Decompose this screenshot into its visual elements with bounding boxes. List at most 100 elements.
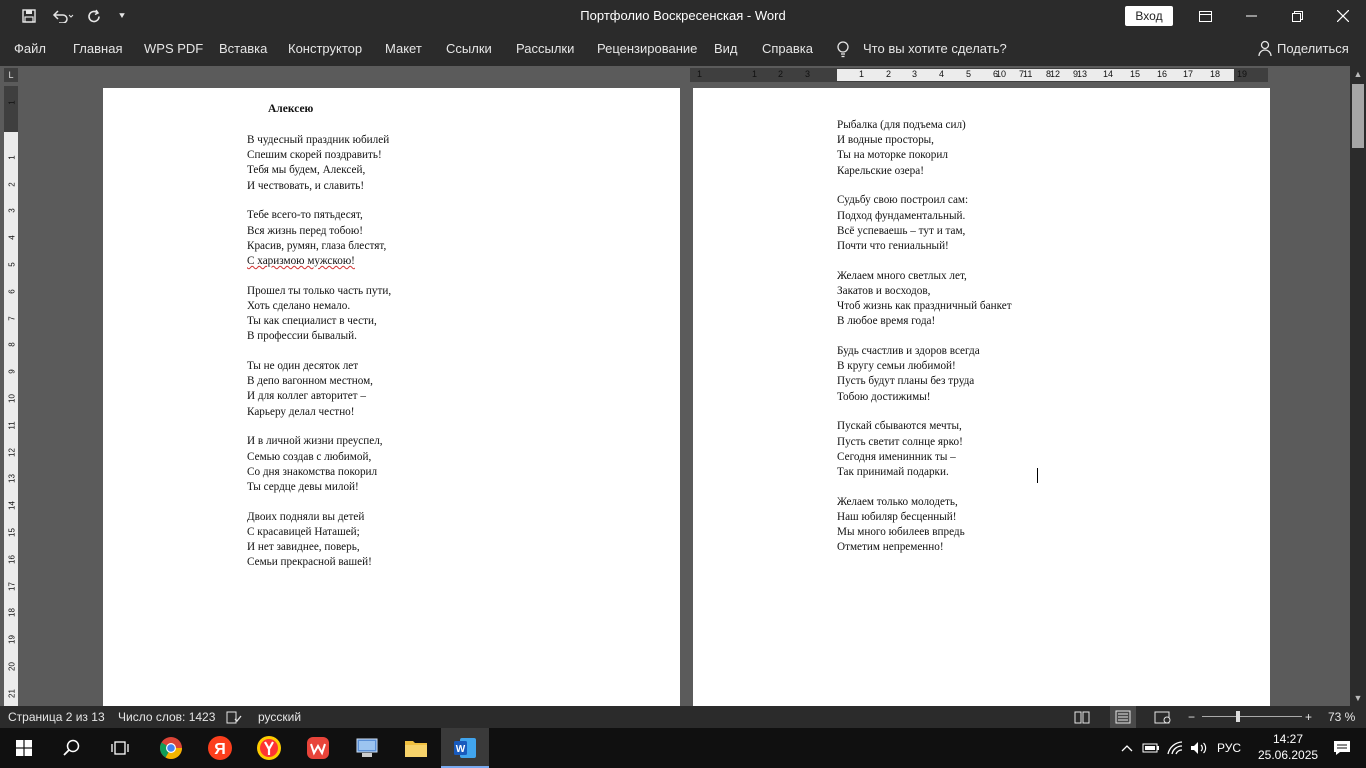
ruler-tick: 16 bbox=[1157, 69, 1168, 79]
minimize-icon[interactable] bbox=[1228, 0, 1274, 32]
ruler-tick: 20 bbox=[7, 662, 17, 671]
restore-icon[interactable] bbox=[1274, 0, 1320, 32]
task-view-icon[interactable] bbox=[96, 728, 144, 768]
battery-icon[interactable] bbox=[1140, 728, 1162, 768]
ruler-tick: 5 bbox=[7, 262, 17, 267]
title-bar: ⯆ Портфолио Воскресенская - Word Вход bbox=[0, 0, 1366, 32]
yandex-browser-icon[interactable] bbox=[245, 728, 293, 768]
ruler-tick: 18 bbox=[1210, 69, 1221, 79]
tab-mailings[interactable]: Рассылки bbox=[516, 32, 574, 66]
svg-text:W: W bbox=[456, 744, 466, 755]
tab-insert[interactable]: Вставка bbox=[219, 32, 267, 66]
text-cursor bbox=[1037, 468, 1038, 483]
tab-references[interactable]: Ссылки bbox=[446, 32, 492, 66]
page-count[interactable]: Страница 2 из 13 bbox=[8, 706, 105, 728]
zoom-slider[interactable] bbox=[1202, 716, 1302, 717]
poem-line: Закатов и восходов, bbox=[837, 284, 931, 297]
notification-icon[interactable] bbox=[1318, 728, 1366, 768]
clock-date: 25.06.2025 bbox=[1258, 748, 1319, 762]
scroll-thumb[interactable] bbox=[1352, 84, 1364, 148]
signin-button[interactable]: Вход bbox=[1125, 6, 1173, 26]
chevron-up-icon[interactable] bbox=[1116, 728, 1138, 768]
ruler-tick: 1 bbox=[697, 69, 703, 79]
zoom-level[interactable]: 73 % bbox=[1328, 706, 1355, 728]
poem-line: Пусть светит солнце ярко! bbox=[837, 435, 963, 448]
status-bar: Страница 2 из 13 Число слов: 1423 русски… bbox=[0, 706, 1366, 728]
ruler-tick: 5 bbox=[966, 69, 972, 79]
wps-office-icon[interactable] bbox=[294, 728, 342, 768]
ruler-tick: 17 bbox=[1183, 69, 1194, 79]
document-area[interactable]: L 1 1 2 3 1 2 3 4 5 6 7 8 9 10 11 12 13 … bbox=[0, 66, 1366, 706]
zoom-out-icon[interactable]: − bbox=[1188, 706, 1195, 728]
word-count[interactable]: Число слов: 1423 bbox=[118, 706, 215, 728]
ruler-tick: 10 bbox=[7, 394, 17, 403]
input-language[interactable]: РУС bbox=[1212, 728, 1246, 768]
poem-line: Карельские озера! bbox=[837, 164, 924, 177]
redo-icon[interactable] bbox=[84, 0, 104, 32]
tab-file[interactable]: Файл bbox=[14, 32, 46, 66]
tab-selector[interactable]: L bbox=[4, 68, 18, 82]
poem-line: Будь счастлив и здоров всегда bbox=[837, 345, 980, 358]
document-page-1[interactable]: Алексею В чудесный праздник юбилей Спеши… bbox=[103, 88, 680, 706]
ruler-tick: 14 bbox=[7, 501, 17, 511]
poem-line: Ты как специалист в чести, bbox=[247, 315, 377, 328]
tab-wps-pdf[interactable]: WPS PDF bbox=[144, 32, 203, 66]
close-icon[interactable] bbox=[1320, 0, 1366, 32]
volume-icon[interactable] bbox=[1188, 728, 1210, 768]
poem-column-right: Рыбалка (для подъема сил) И водные прост… bbox=[837, 118, 1012, 555]
undo-icon[interactable] bbox=[48, 0, 78, 32]
proofing-icon[interactable] bbox=[226, 706, 242, 728]
ruler-tick: 13 bbox=[7, 474, 17, 484]
network-computer-icon[interactable] bbox=[343, 728, 391, 768]
print-layout-icon[interactable] bbox=[1110, 706, 1136, 728]
tab-view[interactable]: Вид bbox=[714, 32, 738, 66]
share-button[interactable]: Поделиться bbox=[1277, 32, 1349, 66]
tab-help[interactable]: Справка bbox=[762, 32, 813, 66]
poem-line: И водные просторы, bbox=[837, 134, 934, 147]
yandex-icon[interactable]: Я bbox=[196, 728, 244, 768]
search-icon[interactable] bbox=[48, 728, 96, 768]
web-layout-icon[interactable] bbox=[1154, 706, 1172, 728]
ruler-tick: 19 bbox=[7, 635, 17, 645]
scroll-down-icon[interactable]: ▼ bbox=[1350, 690, 1366, 706]
read-mode-icon[interactable] bbox=[1074, 706, 1090, 728]
ribbon-display-options-icon[interactable] bbox=[1182, 0, 1228, 32]
document-page-2[interactable]: Рыбалка (для подъема сил) И водные прост… bbox=[693, 88, 1270, 706]
horizontal-ruler[interactable]: 1 1 2 3 1 2 3 4 5 6 7 8 9 10 11 12 13 14… bbox=[690, 68, 1268, 82]
poem-line: Хоть сделано немало. bbox=[247, 299, 351, 312]
poem-line: Пусть будут планы без труда bbox=[837, 375, 975, 388]
system-clock[interactable]: 14:27 25.06.2025 bbox=[1258, 731, 1318, 763]
ruler-tick: 1 bbox=[859, 69, 865, 79]
poem-line: Подход фундаментальный. bbox=[837, 209, 966, 222]
customize-toolbar-icon[interactable]: ⯆ bbox=[114, 0, 130, 32]
ruler-tick: 21 bbox=[7, 688, 17, 698]
windows-start-icon[interactable] bbox=[0, 728, 48, 768]
save-icon[interactable] bbox=[18, 0, 40, 32]
vertical-ruler[interactable]: 1 1 2 3 4 5 6 7 8 9 10 11 12 13 14 15 16 17 18 19 20 21 bbox=[4, 86, 18, 706]
poem-line: Семьи прекрасной вашей! bbox=[247, 556, 372, 569]
tab-home[interactable]: Главная bbox=[73, 32, 122, 66]
chrome-icon[interactable] bbox=[147, 728, 195, 768]
zoom-in-icon[interactable]: + bbox=[1305, 706, 1312, 728]
poem-line: Пускай сбываются мечты, bbox=[837, 420, 962, 433]
tab-layout[interactable]: Макет bbox=[385, 32, 422, 66]
tab-review[interactable]: Рецензирование bbox=[597, 32, 697, 66]
ruler-tick: 8 bbox=[7, 342, 17, 348]
poem-line: В любое время года! bbox=[837, 315, 936, 328]
file-explorer-icon[interactable] bbox=[392, 728, 440, 768]
ruler-tick: 2 bbox=[886, 69, 892, 79]
tell-me-search[interactable]: Что вы хотите сделать? bbox=[863, 32, 1007, 66]
vertical-scrollbar[interactable]: ▲ ▼ bbox=[1350, 66, 1366, 706]
ruler-tick: 12 bbox=[1050, 69, 1061, 79]
language-indicator[interactable]: русский bbox=[258, 706, 301, 728]
poem-line: В чудесный праздник юбилей bbox=[247, 134, 390, 146]
poem-column-left: В чудесный праздник юбилей Спешим скорей… bbox=[247, 133, 391, 570]
ribbon-tabs: Файл Главная WPS PDF Вставка Конструктор… bbox=[0, 32, 1366, 66]
zoom-slider-thumb[interactable] bbox=[1236, 711, 1240, 722]
scroll-up-icon[interactable]: ▲ bbox=[1350, 66, 1366, 82]
word-icon[interactable]: W bbox=[441, 728, 489, 768]
ruler-tick: 17 bbox=[7, 581, 17, 591]
tab-design[interactable]: Конструктор bbox=[288, 32, 362, 66]
ruler-tick: 16 bbox=[7, 554, 17, 564]
wifi-icon[interactable] bbox=[1164, 728, 1186, 768]
